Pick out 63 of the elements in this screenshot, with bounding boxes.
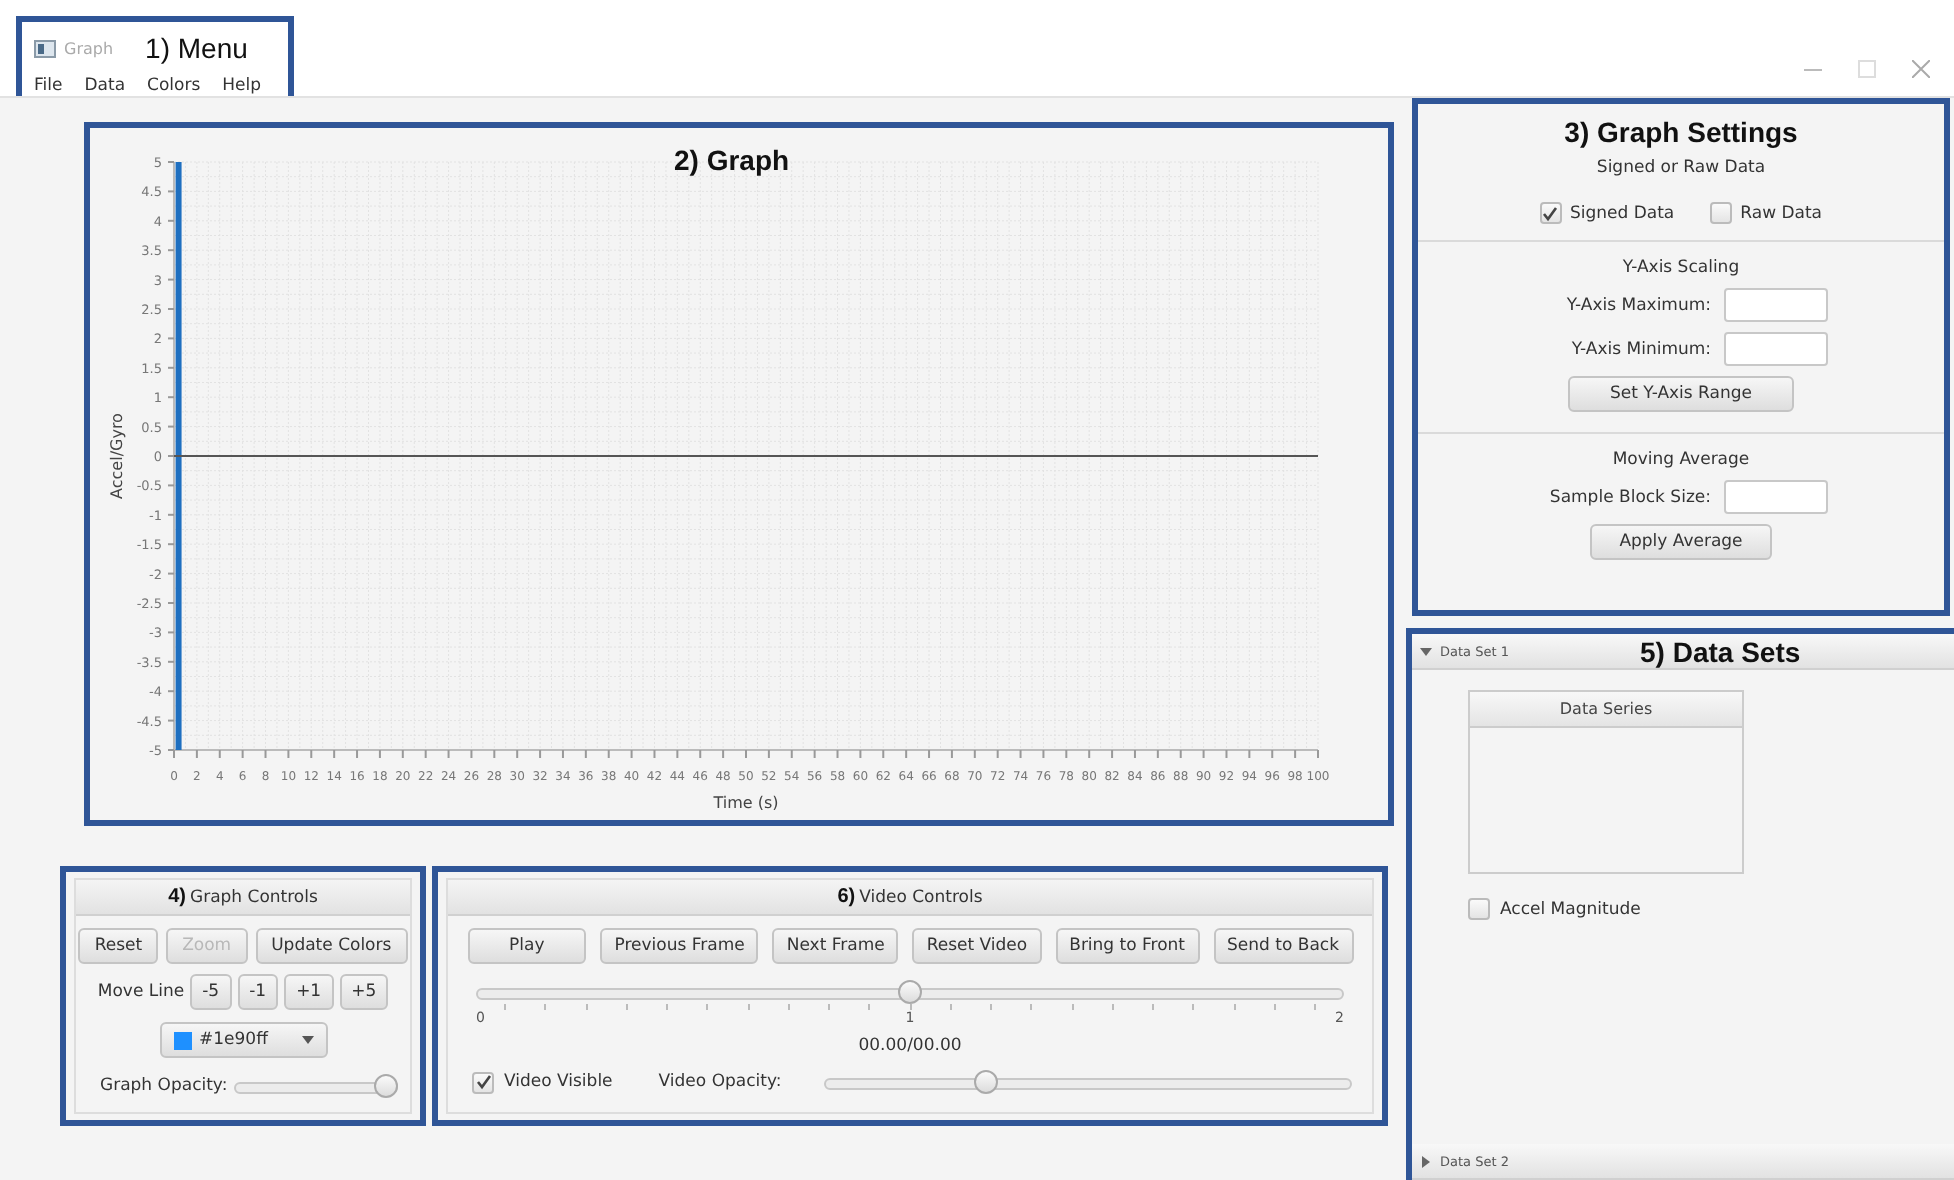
video-visible-label: Video Visible xyxy=(504,1072,613,1092)
video-button[interactable]: Reset Video xyxy=(912,928,1042,964)
panel-title: Graph Controls xyxy=(189,887,318,907)
menu-item[interactable]: Data xyxy=(84,76,126,96)
callout-label: 6) xyxy=(837,886,856,908)
section-title: Moving Average xyxy=(1612,450,1750,470)
window-title: Graph xyxy=(64,39,114,57)
checkbox[interactable] xyxy=(1710,202,1733,224)
caret-icon xyxy=(301,1036,313,1044)
marker-line[interactable] xyxy=(175,162,182,750)
menu-item[interactable]: Help xyxy=(222,76,262,96)
section-title: Y-Axis Scaling xyxy=(1622,258,1740,278)
video-opacity-slider[interactable] xyxy=(823,1070,1352,1094)
callout-label: 4) xyxy=(168,886,186,908)
toolbar-button[interactable]: Reset xyxy=(78,928,159,964)
checkbox-label: Accel Magnitude xyxy=(1500,899,1641,919)
callout-label: 3) Graph Settings xyxy=(1564,116,1798,148)
video-position-slider[interactable] xyxy=(476,980,1344,1004)
slider-thumb[interactable] xyxy=(898,980,922,1004)
input-field[interactable] xyxy=(1723,288,1827,322)
menu-item[interactable]: File xyxy=(34,76,63,96)
maximize-icon[interactable] xyxy=(1858,60,1876,78)
graph-opacity-label: Graph Opacity: xyxy=(100,1076,228,1096)
x-axis-title: Time (s) xyxy=(713,794,779,812)
step-button[interactable]: +1 xyxy=(284,974,334,1010)
field-label: Y-Axis Minimum: xyxy=(1569,339,1711,359)
callout-label: 2) Graph xyxy=(674,144,790,176)
callout-label: 5) Data Sets xyxy=(1640,636,1801,668)
close-icon[interactable] xyxy=(1912,60,1930,78)
time-readout: 00.00/00.00 xyxy=(858,1036,962,1056)
color-dropdown[interactable]: #1e90ff xyxy=(159,1022,327,1058)
video-button[interactable]: Previous Frame xyxy=(600,928,759,964)
video-button[interactable]: Bring to Front xyxy=(1055,928,1200,964)
app-icon xyxy=(34,39,56,57)
graph-opacity-slider[interactable] xyxy=(233,1074,398,1098)
checkbox[interactable] xyxy=(472,1071,494,1093)
slider-thumb[interactable] xyxy=(374,1074,398,1098)
checkbox[interactable] xyxy=(1468,898,1490,920)
callout-label: 1) Menu xyxy=(145,32,248,64)
panel-title: Video Controls xyxy=(859,887,983,907)
step-button[interactable]: -5 xyxy=(190,974,232,1010)
field-label: Sample Block Size: xyxy=(1547,487,1711,507)
apply-average-button[interactable]: Apply Average xyxy=(1589,524,1773,560)
step-button[interactable]: -1 xyxy=(237,974,279,1010)
checkbox-label: Raw Data xyxy=(1740,203,1823,223)
step-button[interactable]: +5 xyxy=(339,974,389,1010)
video-button[interactable]: Send to Back xyxy=(1213,928,1353,964)
toolbar-button[interactable]: Update Colors xyxy=(255,928,408,964)
menu-item[interactable]: Colors xyxy=(147,76,201,96)
input-field[interactable] xyxy=(1723,480,1827,514)
checkbox[interactable] xyxy=(1539,202,1562,224)
section-title: Signed or Raw Data xyxy=(1596,158,1766,178)
move-line-label: Move Line xyxy=(97,982,185,1002)
set-range-button[interactable]: Set Y-Axis Range xyxy=(1567,376,1794,412)
video-opacity-label: Video Opacity: xyxy=(658,1072,782,1092)
video-button[interactable]: Play xyxy=(467,928,587,964)
input-field[interactable] xyxy=(1723,332,1827,366)
checkbox-label: Signed Data xyxy=(1569,203,1675,223)
y-axis-title: Accel/Gyro xyxy=(108,413,126,499)
field-label: Y-Axis Maximum: xyxy=(1564,295,1711,315)
video-button[interactable]: Next Frame xyxy=(772,928,899,964)
slider-thumb[interactable] xyxy=(974,1070,999,1094)
column-header: Data Series xyxy=(1470,692,1742,728)
